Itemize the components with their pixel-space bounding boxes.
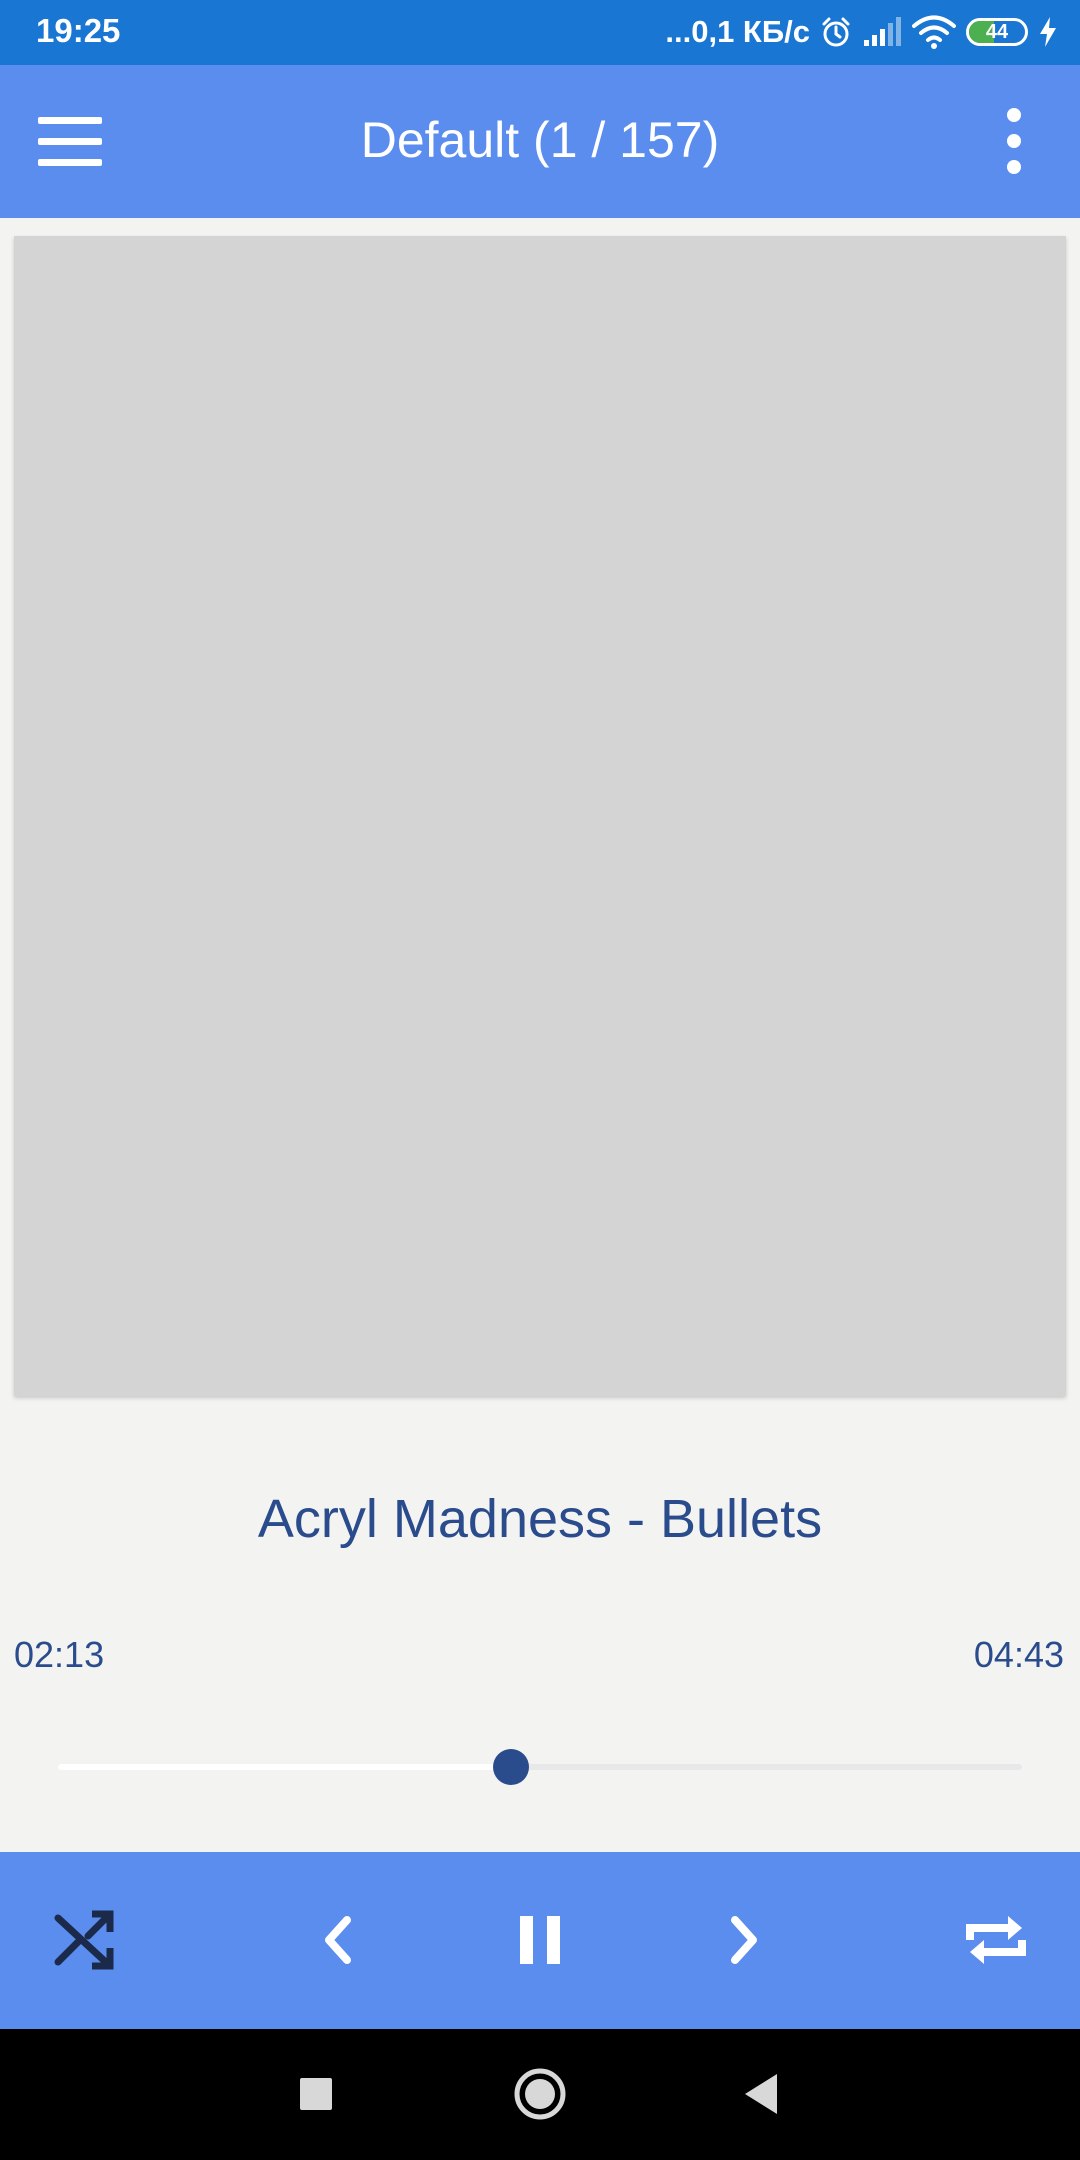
recents-square-icon[interactable] [271, 2059, 361, 2129]
wifi-icon [912, 15, 956, 49]
seek-thumb[interactable] [493, 1749, 530, 1785]
next-icon[interactable] [692, 1888, 796, 1992]
signal-icon [862, 16, 902, 48]
system-nav-bar [0, 2029, 1080, 2160]
back-triangle-icon[interactable] [716, 2059, 806, 2129]
playback-controls [0, 1852, 1080, 2029]
home-circle-icon[interactable] [495, 2059, 585, 2129]
app-bar: Default (1 / 157) [0, 65, 1080, 218]
charging-icon [1038, 16, 1058, 48]
album-art [14, 236, 1066, 1396]
network-speed: ...0,1 КБ/с [665, 14, 810, 49]
more-vertical-icon[interactable] [984, 101, 1044, 181]
playlist-title: Default (1 / 157) [360, 112, 720, 168]
repeat-icon[interactable] [944, 1888, 1048, 1992]
previous-icon[interactable] [286, 1888, 390, 1992]
total-time: 04:43 [973, 1634, 1064, 1675]
hamburger-menu-icon[interactable] [22, 101, 118, 181]
pause-icon[interactable] [488, 1888, 592, 1992]
status-time: 19:25 [36, 12, 121, 49]
elapsed-time: 02:13 [14, 1634, 105, 1675]
battery-icon: 44 [966, 18, 1028, 46]
seek-progress [58, 1764, 512, 1770]
seek-bar[interactable] [58, 1744, 1022, 1790]
status-bar: 19:25 ...0,1 КБ/с 44 [0, 0, 1080, 65]
status-icons: ...0,1 КБ/с 44 [665, 10, 1058, 54]
shuffle-icon[interactable] [32, 1888, 136, 1992]
track-title: Acryl Madness - Bullets [257, 1489, 823, 1549]
battery-level: 44 [985, 20, 1009, 43]
alarm-icon [820, 16, 852, 48]
